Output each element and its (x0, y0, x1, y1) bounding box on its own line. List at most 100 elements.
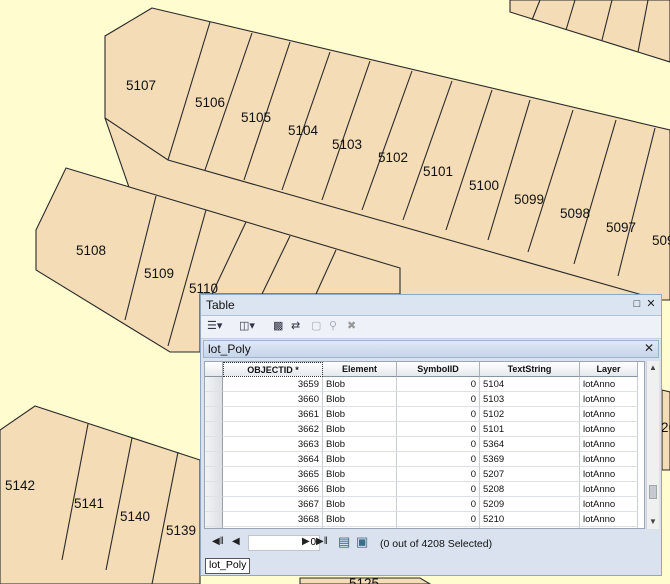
row-selector[interactable] (205, 407, 223, 422)
cell-layer[interactable]: lotAnno (580, 527, 638, 528)
table-row[interactable]: 3661 Blob 0 5102 lotAnno (205, 407, 644, 422)
cell-symbolid[interactable]: 0 (397, 422, 480, 437)
show-all-records-icon[interactable]: ▤ (338, 534, 350, 550)
row-selector[interactable] (205, 377, 223, 392)
row-selector[interactable] (205, 437, 223, 452)
cell-textstring[interactable]: 5207 (480, 467, 580, 482)
cell-layer[interactable]: lotAnno (580, 452, 638, 467)
scroll-thumb[interactable] (649, 485, 657, 499)
restore-icon[interactable]: □ (631, 297, 643, 311)
cell-textstring[interactable]: 5210 (480, 512, 580, 527)
cell-symbolid[interactable]: 0 (397, 392, 480, 407)
cell-textstring[interactable]: 5209 (480, 497, 580, 512)
last-record-icon[interactable]: ▶‖ (316, 536, 328, 547)
cell-objectid[interactable]: 3669 (223, 527, 323, 528)
bottom-table-tab[interactable]: lot_Poly (205, 558, 251, 574)
table-row[interactable]: 3663 Blob 0 5364 lotAnno (205, 437, 644, 452)
cell-objectid[interactable]: 3668 (223, 512, 323, 527)
cell-objectid[interactable]: 3665 (223, 467, 323, 482)
row-selector[interactable] (205, 497, 223, 512)
table-row[interactable]: 3665 Blob 0 5207 lotAnno (205, 467, 644, 482)
table-row[interactable]: 3664 Blob 0 5369 lotAnno (205, 452, 644, 467)
show-selected-records-icon[interactable]: ▣ (356, 534, 368, 550)
cell-element[interactable]: Blob (323, 452, 397, 467)
cell-textstring[interactable]: 5364 (480, 437, 580, 452)
cell-objectid[interactable]: 3666 (223, 482, 323, 497)
row-selector[interactable] (205, 467, 223, 482)
cell-element[interactable]: Blob (323, 437, 397, 452)
cell-element[interactable]: Blob (323, 377, 397, 392)
cell-element[interactable]: Blob (323, 497, 397, 512)
cell-symbolid[interactable]: 0 (397, 407, 480, 422)
row-selector[interactable] (205, 482, 223, 497)
column-header-layer[interactable]: Layer (580, 362, 638, 377)
vertical-scrollbar[interactable]: ▲ ▼ (646, 361, 659, 529)
cell-element[interactable]: Blob (323, 407, 397, 422)
column-header-textstring[interactable]: TextString (480, 362, 580, 377)
table-row[interactable]: 3667 Blob 0 5209 lotAnno (205, 497, 644, 512)
cell-layer[interactable]: lotAnno (580, 482, 638, 497)
cell-objectid[interactable]: 3659 (223, 377, 323, 392)
table-row[interactable]: 3669Blob05211lotAnno (205, 527, 644, 528)
close-tab-icon[interactable]: ✕ (644, 341, 654, 355)
cell-symbolid[interactable]: 0 (397, 467, 480, 482)
row-selector[interactable] (205, 392, 223, 407)
table-row[interactable]: 3666 Blob 0 5208 lotAnno (205, 482, 644, 497)
table-row[interactable]: 3662 Blob 0 5101 lotAnno (205, 422, 644, 437)
row-selector[interactable] (205, 512, 223, 527)
cell-objectid[interactable]: 3664 (223, 452, 323, 467)
cell-objectid[interactable]: 3661 (223, 407, 323, 422)
cell-objectid[interactable]: 3667 (223, 497, 323, 512)
table-tab-header[interactable]: lot_Poly ✕ (203, 340, 659, 358)
row-selector[interactable] (205, 422, 223, 437)
first-record-icon[interactable]: ◀‖ (212, 536, 224, 547)
cell-textstring[interactable]: 5102 (480, 407, 580, 422)
previous-record-icon[interactable]: ◀ (232, 536, 240, 547)
scroll-up-icon[interactable]: ▲ (647, 362, 659, 374)
cell-symbolid[interactable]: 0 (397, 482, 480, 497)
table-row[interactable]: 3660 Blob 0 5103 lotAnno (205, 392, 644, 407)
cell-layer[interactable]: lotAnno (580, 437, 638, 452)
table-window-titlebar[interactable]: Table □ ✕ (201, 295, 661, 316)
column-header-symbolid[interactable]: SymbolID (397, 362, 480, 377)
attribute-grid[interactable]: OBJECTID * Element SymbolID TextString L… (204, 361, 645, 529)
cell-symbolid[interactable]: 0 (397, 377, 480, 392)
attribute-table-window[interactable]: Table □ ✕ ☰▾ ◫▾ ▩ ⇄ ▢ ⚲ ✖ lot_Poly ✕ OBJ… (200, 294, 662, 576)
cell-objectid[interactable]: 3662 (223, 422, 323, 437)
table-options-icon[interactable]: ☰▾ (207, 319, 222, 334)
cell-element[interactable]: Blob (323, 422, 397, 437)
cell-layer[interactable]: lotAnno (580, 392, 638, 407)
cell-layer[interactable]: lotAnno (580, 512, 638, 527)
cell-element[interactable]: Blob (323, 512, 397, 527)
cell-symbolid[interactable]: 0 (397, 437, 480, 452)
cell-symbolid[interactable]: 0 (397, 497, 480, 512)
cell-objectid[interactable]: 3663 (223, 437, 323, 452)
cell-element[interactable]: Blob (323, 527, 397, 528)
cell-textstring[interactable]: 5103 (480, 392, 580, 407)
cell-textstring[interactable]: 5211 (480, 527, 580, 528)
table-row[interactable]: 3668 Blob 0 5210 lotAnno (205, 512, 644, 527)
cell-objectid[interactable]: 3660 (223, 392, 323, 407)
clear-selection-icon[interactable]: ▢ (311, 319, 321, 334)
cell-textstring[interactable]: 5208 (480, 482, 580, 497)
cell-symbolid[interactable]: 0 (397, 452, 480, 467)
next-record-icon[interactable]: ▶ (302, 536, 310, 547)
row-selector[interactable] (205, 452, 223, 467)
cell-layer[interactable]: lotAnno (580, 497, 638, 512)
cell-element[interactable]: Blob (323, 482, 397, 497)
close-window-button[interactable]: ✕ (645, 297, 657, 311)
zoom-to-selected-icon[interactable]: ⚲ (329, 319, 337, 334)
cell-layer[interactable]: lotAnno (580, 422, 638, 437)
cell-element[interactable]: Blob (323, 467, 397, 482)
row-selector[interactable] (205, 527, 223, 528)
column-header-objectid[interactable]: OBJECTID * (223, 362, 323, 377)
scroll-down-icon[interactable]: ▼ (647, 516, 659, 528)
related-tables-icon[interactable]: ◫▾ (239, 319, 255, 334)
cell-element[interactable]: Blob (323, 392, 397, 407)
cell-textstring[interactable]: 5369 (480, 452, 580, 467)
cell-symbolid[interactable]: 0 (397, 512, 480, 527)
cell-textstring[interactable]: 5104 (480, 377, 580, 392)
cell-layer[interactable]: lotAnno (580, 377, 638, 392)
table-row[interactable]: 3659 Blob 0 5104 lotAnno (205, 377, 644, 392)
switch-selection-icon[interactable]: ⇄ (291, 319, 300, 334)
